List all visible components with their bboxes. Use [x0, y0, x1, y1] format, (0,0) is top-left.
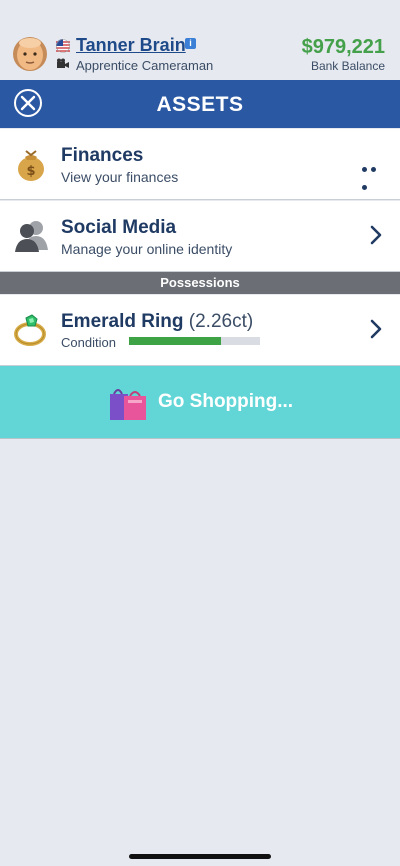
more-dots-icon[interactable]: [362, 159, 388, 190]
bank-balance: $979,221: [301, 36, 385, 58]
money-bag-icon: $: [18, 150, 44, 181]
title-bar: ASSETS: [0, 80, 400, 128]
us-flag-icon: [56, 39, 70, 53]
home-indicator[interactable]: [129, 854, 271, 859]
emerald-ring-row[interactable]: Emerald Ring (2.26ct) Condition: [0, 295, 400, 366]
player-name[interactable]: Tanner Brain: [76, 35, 186, 56]
condition-bar: [129, 337, 260, 345]
profile-header: Tanner Brain i Apprentice Cameraman $979…: [0, 0, 400, 80]
svg-text:$: $: [26, 164, 35, 179]
finances-label: Finances: [61, 145, 144, 166]
condition-bar-fill: [129, 337, 221, 345]
possessions-section-header: Possessions: [0, 272, 400, 294]
finances-row[interactable]: $ Finances View your finances: [0, 129, 400, 200]
bank-balance-label: Bank Balance: [310, 59, 385, 73]
movie-camera-icon: [57, 58, 69, 68]
job-title: Apprentice Cameraman: [76, 58, 214, 73]
emerald-ring-icon: [14, 314, 46, 346]
chevron-right-icon: [370, 319, 382, 339]
possession-title: Emerald Ring: [61, 311, 184, 332]
social-media-subtitle: Manage your online identity: [61, 241, 233, 257]
finances-subtitle: View your finances: [61, 169, 179, 185]
page-title: ASSETS: [156, 93, 244, 116]
shopping-bags-icon: [110, 389, 146, 420]
social-media-label: Social Media: [61, 217, 177, 238]
go-shopping-label: Go Shopping...: [158, 391, 294, 412]
possession-carat: (2.26ct): [188, 311, 254, 332]
social-media-row[interactable]: Social Media Manage your online identity: [0, 201, 400, 272]
go-shopping-button[interactable]: Go Shopping...: [0, 366, 400, 439]
chevron-right-icon: [370, 225, 382, 245]
condition-label: Condition: [61, 335, 116, 350]
info-icon[interactable]: i: [185, 38, 196, 49]
possession-name: Emerald Ring (2.26ct): [61, 311, 253, 333]
avatar[interactable]: [12, 35, 48, 73]
people-silhouette-icon: [15, 221, 48, 252]
